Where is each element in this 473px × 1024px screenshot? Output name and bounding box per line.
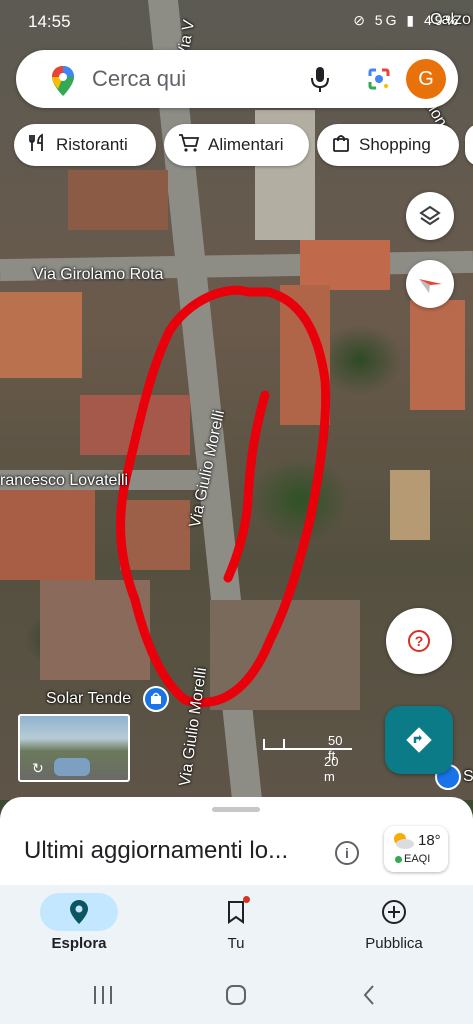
search-input[interactable]: Cerca qui xyxy=(92,66,186,92)
satellite-map[interactable]: Calzo zione Via Girolamo Rota Via Giulio… xyxy=(0,0,473,800)
poi-solar-tende[interactable]: Solar Tende xyxy=(46,686,169,712)
chip-label: Shopping xyxy=(359,135,431,154)
nav-icon-wrap xyxy=(355,893,433,931)
nav-tu[interactable]: Tu xyxy=(171,885,301,952)
status-bar: 14:55 ⊘ 5G ▮ 49% xyxy=(0,0,473,40)
shopping-bag-icon xyxy=(143,686,169,712)
system-navigation-bar xyxy=(0,965,473,1024)
layers-icon xyxy=(419,205,441,226)
compass-icon xyxy=(419,279,442,293)
directions-icon xyxy=(406,727,432,753)
bookmark-icon xyxy=(228,901,244,924)
poi-label: Solar Tende xyxy=(46,690,132,707)
chip-alimentari[interactable]: Alimentari xyxy=(164,124,309,166)
sheet-title: Ultimi aggiornamenti lo... xyxy=(24,837,289,864)
bottom-sheet[interactable]: Ultimi aggiornamenti lo... i 18° EAQI xyxy=(0,797,473,885)
bottom-navigation: Esplora Tu Pubblica xyxy=(0,885,473,965)
weather-cloud-sun-icon xyxy=(394,833,414,849)
google-lens-icon[interactable] xyxy=(366,66,392,92)
status-time: 14:55 xyxy=(28,12,71,31)
map-label-via-girolamo-rota: Via Girolamo Rota xyxy=(33,266,164,283)
search-bar[interactable]: Cerca qui G xyxy=(16,50,458,108)
back-icon[interactable] xyxy=(361,984,377,1006)
weather-badge[interactable]: 18° EAQI xyxy=(384,826,448,872)
fork-knife-icon xyxy=(28,133,48,158)
svg-text:?: ? xyxy=(415,633,424,649)
pin-icon xyxy=(70,900,88,924)
directions-button[interactable] xyxy=(385,706,453,774)
maps-logo-icon xyxy=(52,66,74,96)
bag-icon xyxy=(331,133,351,158)
nav-label: Esplora xyxy=(51,935,107,952)
cart-icon xyxy=(178,133,200,158)
chip-label: Ristoranti xyxy=(56,135,128,154)
notification-dot xyxy=(243,896,250,903)
nav-pubblica[interactable]: Pubblica xyxy=(329,885,459,952)
info-icon[interactable]: i xyxy=(335,841,359,865)
weather-temp: 18° xyxy=(418,832,441,849)
chip-label: Alimentari xyxy=(208,135,284,154)
aqi-status-dot xyxy=(395,856,402,863)
chip-ristoranti[interactable]: Ristoranti xyxy=(14,124,156,166)
status-icons: ⊘ 5G ▮ 49% xyxy=(353,12,461,28)
active-pill xyxy=(40,893,118,931)
recents-icon[interactable] xyxy=(91,985,115,1005)
street-view-rotate-icon: ↻ xyxy=(32,760,44,776)
nav-label: Tu xyxy=(227,935,245,952)
account-avatar[interactable]: G xyxy=(406,59,446,99)
location-help-button[interactable]: ? xyxy=(386,608,452,674)
location-question-icon: ? xyxy=(408,630,430,652)
layers-button[interactable] xyxy=(406,192,454,240)
nav-icon-wrap xyxy=(197,893,275,931)
poi-label: S xyxy=(463,768,473,785)
scale-meters: 20 m xyxy=(324,754,339,784)
red-annotation-drawing xyxy=(116,285,331,707)
home-icon[interactable] xyxy=(225,984,247,1006)
weather-aqi: EAQI xyxy=(404,853,431,865)
street-view-car xyxy=(54,758,90,776)
compass-button[interactable] xyxy=(406,260,454,308)
map-label-francesco-lovatelli: rancesco Lovatelli xyxy=(0,472,129,489)
nav-label: Pubblica xyxy=(365,935,423,952)
street-view-thumbnail[interactable]: ↻ xyxy=(18,714,130,782)
sheet-drag-handle[interactable] xyxy=(212,807,260,812)
microphone-icon[interactable] xyxy=(309,65,331,93)
nav-esplora[interactable]: Esplora xyxy=(14,885,144,952)
chip-shopping[interactable]: Shopping xyxy=(317,124,459,166)
add-circle-icon xyxy=(382,900,406,924)
